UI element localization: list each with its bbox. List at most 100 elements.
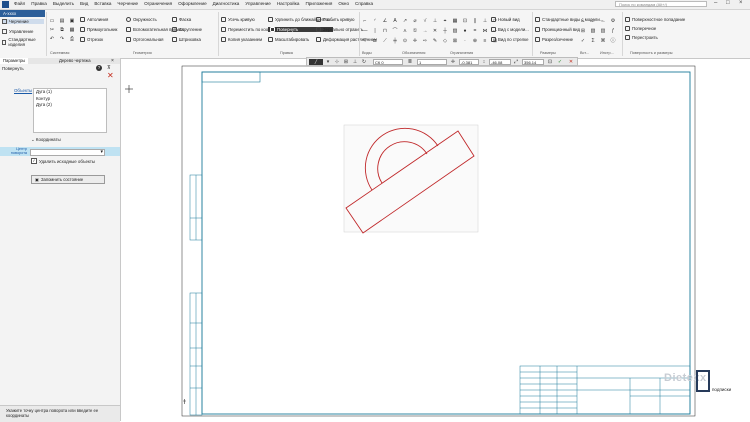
mid-icon[interactable]: ◇ xyxy=(442,38,448,44)
cut-line-icon[interactable]: ╪ xyxy=(392,38,398,44)
arc-dim-icon[interactable]: ⌒ xyxy=(392,28,398,34)
info-icon[interactable]: ⓘ xyxy=(610,38,616,44)
y-axis-icon[interactable]: ↕ xyxy=(481,59,487,65)
scale-field[interactable]: 356.14 xyxy=(522,59,544,65)
minimize-icon[interactable]: – xyxy=(714,0,717,6)
measure-icon[interactable]: ⊾ xyxy=(580,18,586,24)
segment-button[interactable]: Отрезок xyxy=(80,37,117,42)
cancel-icon[interactable]: ✕ xyxy=(107,72,114,80)
line-style-icon[interactable]: ╱ xyxy=(309,59,323,65)
distance-icon[interactable]: ↔ xyxy=(600,18,606,24)
cancel-icon[interactable]: ✕ xyxy=(568,59,574,65)
roughness-icon[interactable]: √ xyxy=(422,18,428,24)
vertical-icon[interactable]: | xyxy=(372,28,378,34)
chamfer-button[interactable]: Фаска xyxy=(172,17,202,22)
menu-window[interactable]: Окно xyxy=(338,1,349,6)
cross-button[interactable]: Поперечное xyxy=(625,26,685,31)
menu-diagnostics[interactable]: Диагностика xyxy=(213,1,240,6)
menu-draw[interactable]: Черчение xyxy=(117,1,138,6)
print-icon[interactable]: ⎙ xyxy=(69,36,75,42)
line-dim-icon[interactable]: ⌐ xyxy=(362,18,368,24)
cursor-icon[interactable]: ✛ xyxy=(450,59,456,65)
coords-header[interactable]: ⌄ Координаты xyxy=(31,137,61,143)
coincide-icon[interactable]: ● xyxy=(462,28,468,34)
merge-icon[interactable]: ⊕ xyxy=(472,38,478,44)
symmetric-icon[interactable]: ⋈ xyxy=(482,28,488,34)
paste-icon[interactable]: ▦ xyxy=(69,27,75,33)
redo-icon[interactable]: ↷ xyxy=(59,36,65,42)
diameter-icon[interactable]: ⌀ xyxy=(412,18,418,24)
arrow-view-button[interactable]: Вид по стрелке xyxy=(491,37,529,42)
menu-help[interactable]: Справка xyxy=(355,1,373,6)
symbol-icon[interactable]: ✕ xyxy=(432,28,438,34)
mode-manage[interactable]: Управление xyxy=(2,29,33,34)
rebuild-button[interactable]: Перестроить xyxy=(625,35,685,40)
hatch-button[interactable]: Штриховка xyxy=(172,37,202,42)
axis-icon[interactable]: ┼ xyxy=(442,28,448,34)
point-icon[interactable]: · xyxy=(462,38,468,44)
new-doc-icon[interactable]: ▭ xyxy=(49,18,55,24)
menu-view[interactable]: Вид xyxy=(80,1,88,6)
x-coord-field[interactable]: -0.381 xyxy=(459,59,479,65)
attach-icon[interactable]: ⌘ xyxy=(600,38,606,44)
center-icon[interactable]: ✛ xyxy=(412,38,418,44)
menu-apps[interactable]: Приложения xyxy=(305,1,332,6)
menu-manage[interactable]: Управление xyxy=(245,1,271,6)
lock-icon[interactable]: ⊠ xyxy=(452,38,458,44)
surface-hit-button[interactable]: Поверхностное попадание xyxy=(625,17,685,22)
maximize-icon[interactable]: □ xyxy=(726,0,730,6)
list-item[interactable]: Дуга (2) xyxy=(34,102,106,109)
parallel-icon[interactable]: ∥ xyxy=(472,18,478,24)
list-icon[interactable]: ≡ xyxy=(482,38,488,44)
tab-drawing-tree[interactable]: Дерево чертежа xyxy=(56,58,94,64)
cut-icon[interactable]: ✂ xyxy=(49,27,55,33)
weld-icon[interactable]: ⋏ xyxy=(402,28,408,34)
variables-icon[interactable]: ƒ xyxy=(610,28,616,34)
remember-state-button[interactable]: ▣ Запомнить состояние xyxy=(31,175,105,184)
drawing-canvas[interactable] xyxy=(120,58,750,421)
search-input[interactable]: Поиск по командам (Alt+/) xyxy=(615,1,707,7)
menu-edit[interactable]: Правка xyxy=(31,1,47,6)
view-arrow-icon[interactable]: ⇨ xyxy=(422,38,428,44)
position-icon[interactable]: ① xyxy=(412,28,418,34)
new-view-button[interactable]: Новый вид xyxy=(491,17,529,22)
break-dim-icon[interactable]: ⊏ xyxy=(372,38,378,44)
tab-parameters[interactable]: Параметры xyxy=(0,58,29,64)
note-icon[interactable]: ✎ xyxy=(432,38,438,44)
area-icon[interactable]: ▱ xyxy=(590,18,596,24)
tolerance-icon[interactable]: ⌖ xyxy=(442,18,448,24)
check-icon[interactable]: ✓ xyxy=(580,38,586,44)
scale-icon[interactable]: ⤢ xyxy=(513,59,519,65)
height-dim-icon[interactable]: ⊤ xyxy=(362,38,368,44)
base-icon[interactable]: ⊥ xyxy=(432,18,438,24)
layer-settings-icon[interactable]: ≣ xyxy=(407,59,413,65)
mark-icon[interactable]: ⊙ xyxy=(402,38,408,44)
leader-icon[interactable]: ↗ xyxy=(402,18,408,24)
delete-source-checkbox[interactable]: ✓ Удалить исходные объекты xyxy=(31,158,95,164)
mode-standard-parts[interactable]: Стандартные изделия xyxy=(2,37,44,47)
rotate-view-icon[interactable]: ↻ xyxy=(361,59,367,65)
insert-fragment-icon[interactable]: ⊞ xyxy=(580,28,586,34)
chevron-down-icon[interactable]: ▾ xyxy=(325,59,331,65)
menu-insert[interactable]: Вставка xyxy=(94,1,111,6)
perpendicular-icon[interactable]: ⊥ xyxy=(482,18,488,24)
text-icon[interactable]: A xyxy=(392,18,398,24)
help-icon[interactable]: ? xyxy=(96,65,102,71)
confirm-icon[interactable]: ✓ xyxy=(557,59,563,65)
equal-icon[interactable]: = xyxy=(472,28,478,34)
model-view-button[interactable]: Вид с модели... xyxy=(491,27,529,32)
ortho-icon[interactable]: ⊥ xyxy=(352,59,358,65)
objects-label[interactable]: Объекты xyxy=(14,88,32,93)
style-select[interactable]: СК 0 xyxy=(373,59,403,65)
undo-icon[interactable]: ↶ xyxy=(49,36,55,42)
menu-constraints[interactable]: Ограничения xyxy=(144,1,172,6)
table-icon[interactable]: ▦ xyxy=(452,18,458,24)
grid-snap-icon[interactable]: ⊞ xyxy=(343,59,349,65)
fillet-button[interactable]: Скругление xyxy=(172,27,202,32)
rectangle-button[interactable]: Прямоугольник xyxy=(80,27,117,32)
lock-icon[interactable]: ⊡ xyxy=(547,59,553,65)
insert-image-icon[interactable]: ▧ xyxy=(590,28,596,34)
library-icon[interactable]: ▥ xyxy=(600,28,606,34)
polyline-button[interactable]: Автолиния xyxy=(80,17,117,22)
copy-icon[interactable]: ⧉ xyxy=(59,27,65,33)
